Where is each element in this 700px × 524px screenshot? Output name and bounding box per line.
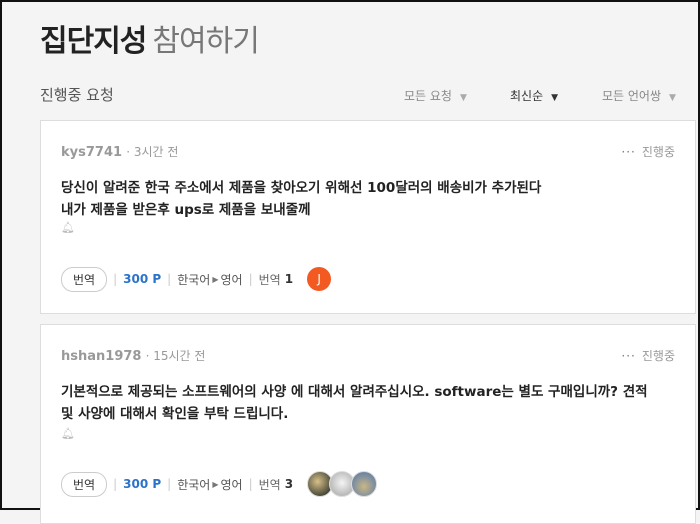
more-dots-icon: ··· bbox=[621, 349, 636, 363]
timestamp: · 3시간 전 bbox=[126, 145, 179, 159]
page-subtitle: 참여하기 bbox=[152, 24, 259, 59]
source-language: 한국어 bbox=[177, 477, 211, 492]
request-footer: 번역 | 300 P | 한국어 ▶ 영어 | 번역 3 bbox=[61, 471, 378, 497]
avatar[interactable] bbox=[351, 471, 378, 497]
request-filter-dropdown[interactable]: 모든 요청 ▼ bbox=[404, 87, 467, 104]
translation-count: 3 bbox=[284, 477, 294, 491]
timestamp: · 15시간 전 bbox=[145, 349, 206, 363]
page-title: 집단지성 bbox=[40, 24, 147, 59]
arrow-right-icon: ▶ bbox=[212, 479, 219, 489]
caret-down-icon: ▼ bbox=[551, 93, 559, 103]
request-footer: 번역 | 300 P | 한국어 ▶ 영어 | 번역 1 J bbox=[61, 266, 332, 292]
request-card[interactable]: hshan1978 · 15시간 전 ··· 진행중 기본적으로 제공되는 소프트… bbox=[40, 324, 696, 524]
sort-dropdown[interactable]: 최신순 ▼ bbox=[510, 87, 558, 104]
translate-button[interactable]: 번역 bbox=[61, 266, 108, 292]
username[interactable]: kys7741 bbox=[61, 145, 122, 160]
page-header: 집단지성 참여하기 bbox=[40, 16, 260, 66]
request-card[interactable]: kys7741 · 3시간 전 ··· 진행중 당신이 알려준 한국 주소에서 제… bbox=[40, 120, 696, 314]
points-value: 300 P bbox=[123, 272, 162, 286]
request-text[interactable]: 당신이 알려준 한국 주소에서 제품을 찾아오기 위해선 100달러의 배송비가… bbox=[61, 177, 675, 221]
more-dots-icon: ··· bbox=[621, 145, 636, 159]
request-meta: hshan1978 · 15시간 전 bbox=[61, 347, 205, 364]
translation-count-label: 번역 bbox=[258, 272, 281, 287]
bell-icon: 🔔︎ bbox=[61, 221, 75, 234]
language-pair-dropdown[interactable]: 모든 언어쌍 ▼ bbox=[602, 87, 676, 104]
avatar-group bbox=[307, 471, 378, 497]
caret-down-icon: ▼ bbox=[669, 93, 676, 103]
arrow-right-icon: ▶ bbox=[212, 274, 219, 284]
target-language: 영어 bbox=[220, 272, 243, 287]
source-language: 한국어 bbox=[177, 272, 211, 287]
translation-count: 1 bbox=[284, 272, 294, 286]
caret-down-icon: ▼ bbox=[459, 93, 467, 103]
avatar[interactable]: J bbox=[307, 267, 332, 291]
status-badge: ··· 진행중 bbox=[621, 349, 675, 363]
target-language: 영어 bbox=[220, 477, 243, 492]
points-value: 300 P bbox=[123, 477, 162, 491]
section-label: 진행중 요청 bbox=[40, 86, 114, 104]
translate-button[interactable]: 번역 bbox=[61, 471, 108, 497]
username[interactable]: hshan1978 bbox=[61, 349, 141, 364]
request-text[interactable]: 기본적으로 제공되는 소프트웨어의 사양 에 대해서 알려주십시오. softw… bbox=[61, 381, 675, 425]
filter-bar: 진행중 요청 모든 요청 ▼ 최신순 ▼ 모든 언어쌍 ▼ bbox=[40, 84, 688, 108]
status-badge: ··· 진행중 bbox=[621, 145, 675, 159]
translation-count-label: 번역 bbox=[258, 477, 281, 492]
request-meta: kys7741 · 3시간 전 bbox=[61, 143, 178, 160]
bell-icon: 🔔︎ bbox=[61, 427, 75, 440]
